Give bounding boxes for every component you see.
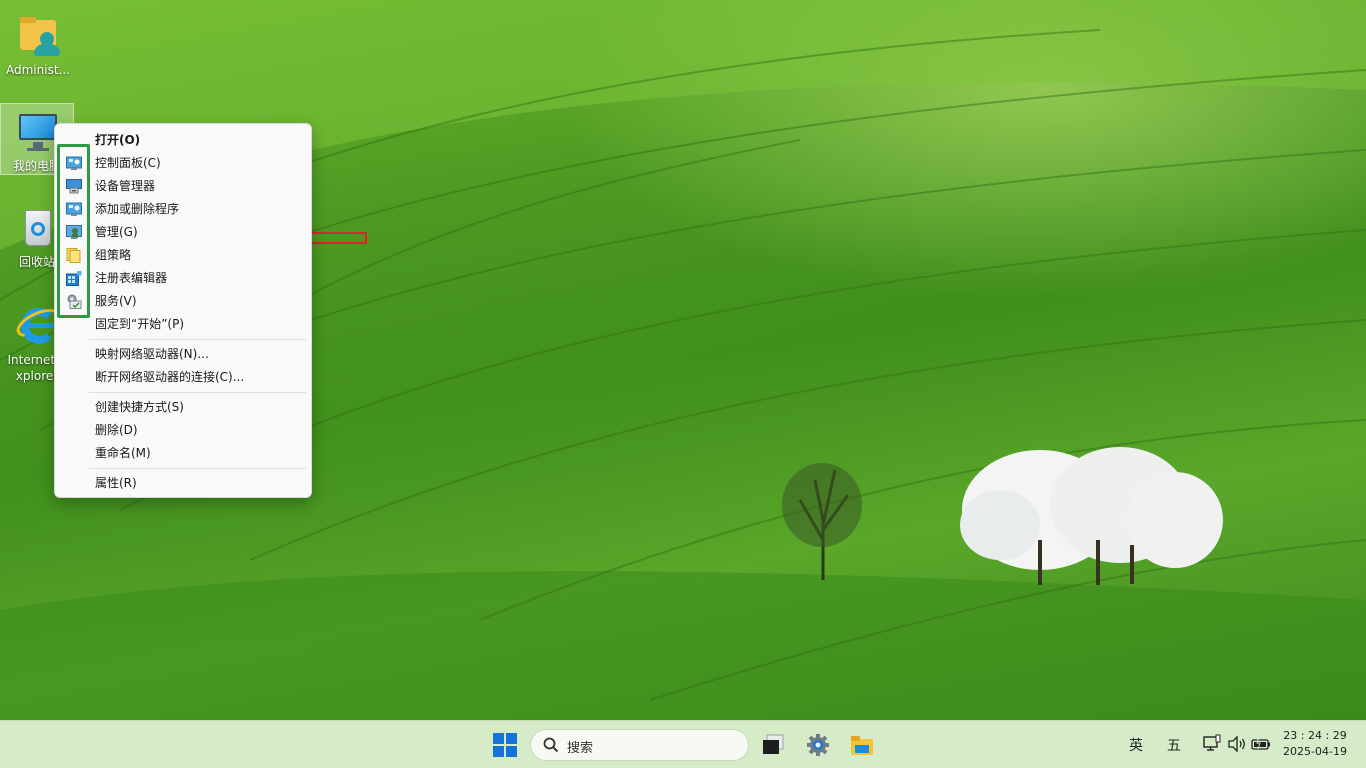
desktop-icon-label: Administ...: [6, 63, 70, 77]
menu-item-label: 创建快捷方式(S): [95, 400, 184, 414]
menu-item-label: 映射网络驱动器(N)...: [95, 347, 209, 361]
menu-item-label: 注册表编辑器: [95, 271, 168, 285]
annotation-highlight-box: [57, 144, 90, 318]
file-explorer-icon[interactable]: [850, 733, 874, 757]
menu-item-services[interactable]: 服务(V): [59, 290, 307, 313]
search-placeholder: 搜索: [567, 741, 594, 756]
menu-item-device-manager[interactable]: 设备管理器: [59, 175, 307, 198]
context-menu: 打开(O) 控制面板(C) 设备管理器 添加或删除程序 管理(G) 组策略 注册…: [54, 123, 312, 498]
menu-item-group-policy[interactable]: 组策略: [59, 244, 307, 267]
menu-item-add-remove-programs[interactable]: 添加或删除程序: [59, 198, 307, 221]
task-view-icon[interactable]: [761, 733, 785, 757]
menu-item-disconnect-network-drive[interactable]: 断开网络驱动器的连接(C)...: [59, 366, 307, 389]
ime-language-indicator[interactable]: 英: [1129, 735, 1143, 755]
menu-item-label: 控制面板(C): [95, 156, 161, 170]
menu-item-pin-to-start[interactable]: 固定到“开始”(P): [59, 313, 307, 336]
menu-item-label: 添加或删除程序: [95, 202, 180, 216]
network-icon[interactable]: [1203, 734, 1221, 754]
menu-item-label: 组策略: [95, 248, 132, 262]
taskbar: 搜索 英 五 23 : 24 : 29 2025-04-19: [0, 720, 1366, 768]
menu-item-label: 打开(O): [95, 133, 141, 147]
menu-item-label: 重命名(M): [95, 446, 151, 460]
menu-item-manage[interactable]: 管理(G): [59, 221, 307, 244]
battery-icon[interactable]: [1251, 734, 1271, 754]
user-folder-icon: [14, 12, 62, 60]
menu-item-label: 属性(R): [95, 476, 137, 490]
menu-item-map-network-drive[interactable]: 映射网络驱动器(N)...: [59, 343, 307, 366]
menu-item-properties[interactable]: 属性(R): [59, 472, 307, 495]
settings-gear-icon[interactable]: [806, 733, 830, 757]
menu-item-delete[interactable]: 删除(D): [59, 419, 307, 442]
menu-item-registry-editor[interactable]: 注册表编辑器: [59, 267, 307, 290]
menu-item-label: 服务(V): [95, 294, 137, 308]
menu-separator: [89, 339, 306, 340]
menu-item-label: 删除(D): [95, 423, 138, 437]
menu-separator: [89, 392, 306, 393]
clock-time: 23 : 24 : 29: [1283, 729, 1347, 742]
menu-item-label: 固定到“开始”(P): [95, 317, 185, 331]
blossom-trees: [960, 447, 1223, 585]
menu-separator: [89, 468, 306, 469]
menu-item-open[interactable]: 打开(O): [59, 129, 307, 152]
ime-mode-indicator[interactable]: 五: [1167, 735, 1181, 755]
menu-item-create-shortcut[interactable]: 创建快捷方式(S): [59, 396, 307, 419]
menu-item-label: 设备管理器: [95, 179, 156, 193]
taskbar-search-box[interactable]: 搜索: [530, 729, 749, 761]
start-button[interactable]: [493, 733, 517, 757]
menu-item-label: 管理(G): [95, 225, 138, 239]
search-icon: [543, 737, 559, 753]
system-clock[interactable]: 23 : 24 : 29 2025-04-19: [1280, 728, 1350, 760]
desktop-icon-administrator[interactable]: Administ...: [1, 8, 75, 78]
volume-icon[interactable]: [1227, 734, 1247, 754]
menu-item-label: 断开网络驱动器的连接(C)...: [95, 370, 245, 384]
clock-date: 2025-04-19: [1283, 745, 1347, 758]
menu-item-control-panel[interactable]: 控制面板(C): [59, 152, 307, 175]
menu-item-rename[interactable]: 重命名(M): [59, 442, 307, 465]
